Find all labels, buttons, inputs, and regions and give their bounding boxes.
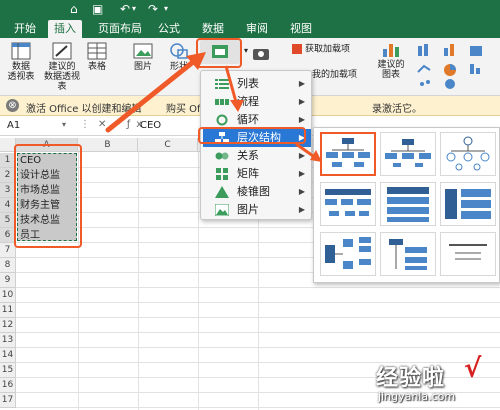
watermark-url: jingyanla.com (378, 390, 456, 403)
watermark-text: 经验啦 (376, 365, 446, 391)
watermark-check-icon: √ (464, 354, 482, 384)
annotation-arrows (105, 52, 322, 162)
